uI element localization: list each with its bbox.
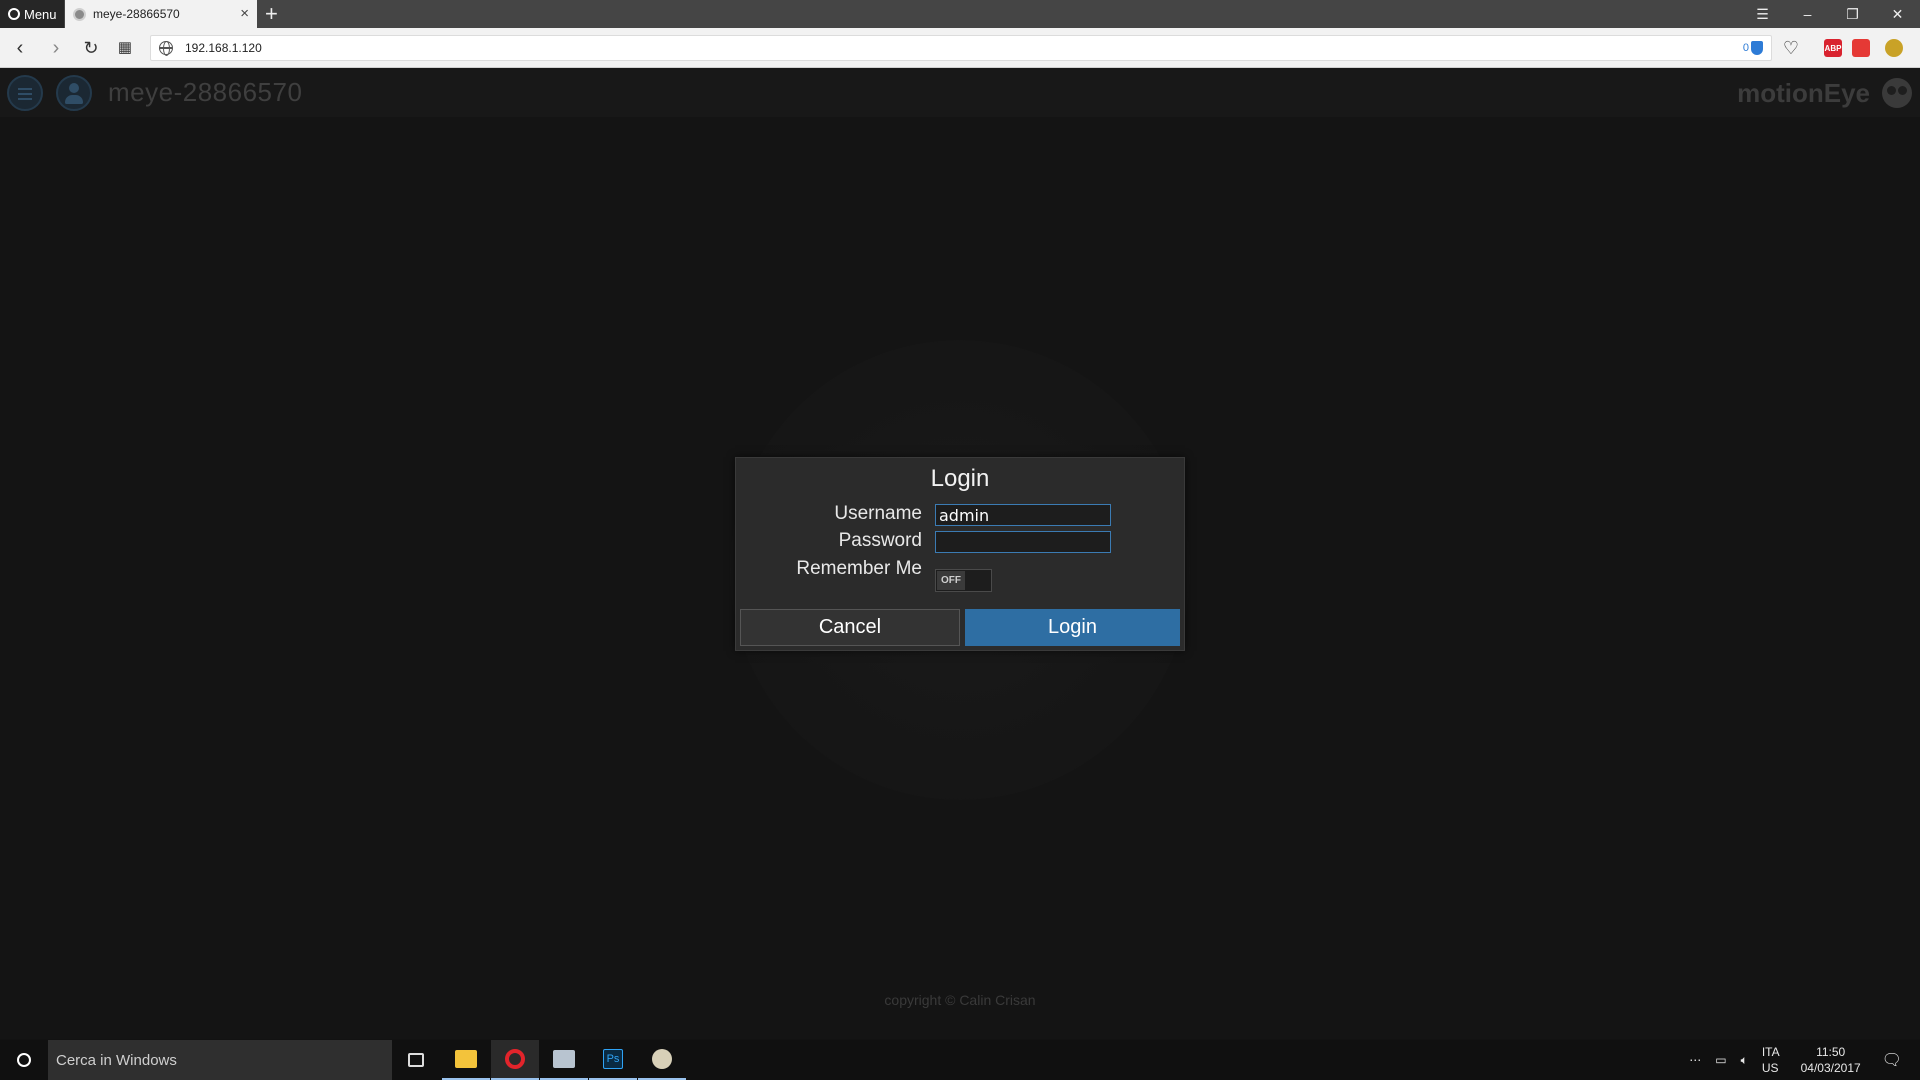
opera-icon xyxy=(505,1049,525,1069)
extension-bee-icon[interactable] xyxy=(1885,39,1903,57)
password-label: Password xyxy=(838,530,922,551)
input-language[interactable]: ITA US xyxy=(1762,1044,1780,1076)
photoshop-icon: Ps xyxy=(603,1049,623,1069)
clock[interactable]: 11:50 04/03/2017 xyxy=(1801,1044,1861,1076)
taskbar-paint[interactable] xyxy=(638,1040,686,1080)
browser-tab[interactable]: meye-28866570 × xyxy=(65,0,257,28)
menu-label: Menu xyxy=(24,6,57,22)
ad-blocker-counter[interactable]: 0 xyxy=(1743,41,1763,55)
login-button[interactable]: Login xyxy=(965,609,1180,646)
app-window-icon xyxy=(553,1050,575,1068)
language-text: ITA xyxy=(1761,1045,1780,1059)
taskbar-opera[interactable] xyxy=(491,1040,539,1080)
shield-icon xyxy=(1751,41,1763,55)
task-view-button[interactable] xyxy=(392,1040,440,1080)
cancel-button[interactable]: Cancel xyxy=(740,609,960,646)
copyright-footer: copyright © Calin Crisan xyxy=(884,992,1036,1008)
password-input[interactable] xyxy=(935,531,1111,553)
globe-icon xyxy=(159,41,173,56)
taskbar-file-explorer[interactable] xyxy=(442,1040,490,1080)
new-tab-button[interactable]: + xyxy=(265,2,278,26)
remember-me-toggle[interactable]: OFF xyxy=(935,569,992,592)
window-controls: ☰ – ❐ ✕ xyxy=(1740,0,1920,28)
taskbar-photoshop[interactable]: Ps xyxy=(589,1040,637,1080)
main-menu-icon[interactable] xyxy=(7,75,43,111)
login-dialog: Login Username Password Remember Me OFF … xyxy=(735,457,1185,651)
motioneye-page: meye-28866570 motionEye Login Username P… xyxy=(0,68,1920,1039)
cortana-button[interactable] xyxy=(0,1040,48,1080)
bookmark-heart-icon[interactable]: ♡ xyxy=(1779,36,1803,60)
opera-menu-button[interactable]: Menu xyxy=(0,0,64,28)
back-icon[interactable]: ‹ xyxy=(8,36,32,60)
tray-overflow-icon[interactable]: ⋯ xyxy=(1689,1053,1701,1067)
url-input[interactable]: 192.168.1.120 0 xyxy=(150,35,1772,61)
windows-search-box[interactable]: Cerca in Windows xyxy=(48,1040,392,1080)
tab-favicon-icon xyxy=(73,7,86,21)
network-icon[interactable]: ▭ xyxy=(1715,1053,1726,1067)
window-close-icon[interactable]: ✕ xyxy=(1875,0,1920,28)
paint-palette-icon xyxy=(652,1049,672,1069)
username-input[interactable] xyxy=(935,504,1111,526)
volume-icon[interactable]: 🔈︎ xyxy=(1741,1053,1748,1068)
minimize-icon[interactable]: – xyxy=(1785,0,1830,28)
forward-icon[interactable]: › xyxy=(44,36,68,60)
restore-icon[interactable]: ❐ xyxy=(1830,0,1875,28)
opera-logo-icon xyxy=(8,8,20,20)
reload-icon[interactable]: ↻ xyxy=(79,36,103,60)
folder-icon xyxy=(455,1050,477,1068)
brand-title: motionEye xyxy=(1737,78,1870,108)
cortana-icon xyxy=(17,1053,31,1067)
clock-time: 11:50 xyxy=(1816,1045,1846,1059)
blocker-count-text: 0 xyxy=(1742,42,1749,54)
tab-close-icon[interactable]: × xyxy=(240,6,249,21)
keyboard-layout-text: US xyxy=(1761,1061,1779,1075)
system-tray: ⋯ ▭ 🔈︎ ITA US 11:50 04/03/2017 🗨︎ xyxy=(1682,1040,1920,1080)
adblock-extension-icon[interactable]: ABP xyxy=(1824,39,1842,57)
windows-taskbar: Cerca in Windows Ps ⋯ ▭ 🔈︎ ITA US 11:50 … xyxy=(0,1040,1920,1080)
extension-icon[interactable] xyxy=(1852,39,1870,57)
username-label: Username xyxy=(834,503,922,524)
remember-me-label: Remember Me xyxy=(796,558,922,579)
tab-menu-icon[interactable]: ☰ xyxy=(1740,0,1785,28)
speed-dial-icon[interactable]: ▦ xyxy=(113,36,137,60)
owl-logo-icon xyxy=(1882,78,1912,108)
url-text: 192.168.1.120 xyxy=(185,41,262,55)
device-title: meye-28866570 xyxy=(108,77,303,107)
toggle-state-text: OFF xyxy=(937,571,965,590)
clock-date: 04/03/2017 xyxy=(1800,1061,1861,1075)
dialog-title: Login xyxy=(930,465,990,492)
browser-tab-bar: Menu meye-28866570 × + ☰ – ❐ ✕ xyxy=(0,0,1920,28)
address-toolbar: ‹ › ↻ ▦ 192.168.1.120 0 ♡ ABP xyxy=(0,28,1920,68)
action-center-icon[interactable]: 🗨︎ xyxy=(1882,1050,1902,1070)
taskbar-app-3[interactable] xyxy=(540,1040,588,1080)
tab-title: meye-28866570 xyxy=(93,7,180,21)
app-header: meye-28866570 motionEye xyxy=(0,68,1920,117)
user-icon[interactable] xyxy=(56,75,92,111)
task-view-icon xyxy=(408,1053,424,1067)
